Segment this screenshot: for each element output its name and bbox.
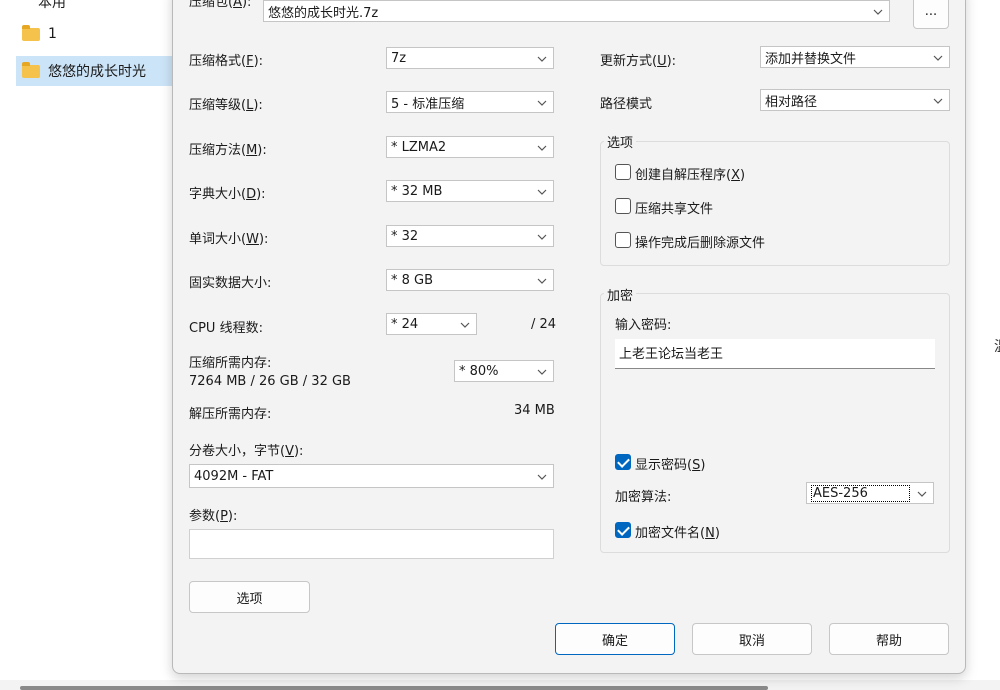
cpu-threads-combo[interactable]: * 24	[386, 313, 477, 335]
cpu-threads-max: / 24	[531, 317, 557, 332]
volume-size-value: 4092M - FAT	[194, 468, 274, 484]
chevron-down-icon	[867, 5, 889, 18]
show-password-label: 显示密码(S)	[635, 458, 706, 473]
chevron-down-icon	[927, 94, 949, 107]
show-password-checkbox[interactable]	[615, 454, 631, 470]
chevron-down-icon	[531, 365, 553, 378]
dict-size-label: 字典大小(D):	[189, 187, 266, 202]
horizontal-scrollbar-thumb[interactable]	[20, 686, 768, 690]
word-size-combo[interactable]: * 32	[386, 225, 554, 247]
chevron-down-icon	[531, 185, 553, 198]
browse-button[interactable]: ...	[913, 0, 949, 29]
word-size-value: * 32	[391, 228, 419, 244]
encryption-group-title: 加密	[604, 285, 637, 304]
dict-size-value: * 32 MB	[391, 183, 443, 199]
params-input[interactable]	[189, 529, 554, 559]
encryption-method-label: 加密算法:	[615, 490, 672, 505]
update-mode-value: 添加并替换文件	[765, 51, 857, 67]
compress-memory-label: 压缩所需内存:	[189, 356, 272, 371]
method-value: * LZMA2	[391, 139, 447, 155]
chevron-down-icon	[927, 51, 949, 64]
decompress-memory-value: 34 MB	[514, 403, 555, 418]
delete-after-checkbox[interactable]	[615, 232, 631, 248]
solid-size-combo[interactable]: * 8 GB	[386, 269, 554, 291]
level-label: 压缩等级(L):	[189, 98, 263, 113]
params-label: 参数(P):	[189, 509, 238, 524]
level-value: 5 - 标准压缩	[391, 96, 465, 112]
sfx-label: 创建自解压程序(X)	[635, 168, 746, 183]
ok-button[interactable]: 确定	[555, 623, 675, 655]
chevron-down-icon	[531, 52, 553, 65]
chevron-down-icon	[531, 96, 553, 109]
cpu-threads-value: * 24	[391, 316, 419, 332]
format-value: 7z	[391, 50, 407, 66]
method-combo[interactable]: * LZMA2	[386, 136, 554, 158]
level-combo[interactable]: 5 - 标准压缩	[386, 91, 554, 113]
path-mode-label: 路径模式	[600, 97, 653, 112]
solid-size-value: * 8 GB	[391, 272, 434, 288]
encryption-method-combo[interactable]: AES-256	[806, 482, 934, 504]
format-label: 压缩格式(F):	[189, 54, 264, 69]
help-button[interactable]: 帮助	[829, 623, 949, 655]
truncated-tree-item[interactable]: 本用	[38, 0, 66, 12]
update-mode-label: 更新方式(U):	[600, 54, 677, 69]
password-label: 输入密码:	[615, 318, 672, 333]
chevron-down-icon	[531, 470, 553, 483]
format-combo[interactable]: 7z	[386, 47, 554, 69]
password-value: 上老王论坛当老王	[619, 347, 724, 362]
solid-size-label: 固实数据大小:	[189, 276, 272, 291]
volume-size-combo[interactable]: 4092M - FAT	[189, 464, 554, 488]
sfx-checkbox[interactable]	[615, 164, 631, 180]
decompress-memory-label: 解压所需内存:	[189, 407, 272, 422]
tree-item-label: 悠悠的成长时光	[48, 64, 146, 80]
tree-item-folder-selected[interactable]: 悠悠的成长时光	[16, 56, 172, 86]
cancel-button[interactable]: 取消	[692, 623, 812, 655]
update-mode-combo[interactable]: 添加并替换文件	[760, 46, 950, 68]
delete-after-label: 操作完成后删除源文件	[635, 236, 766, 251]
encrypt-filenames-checkbox[interactable]	[615, 522, 631, 538]
archive-name-combo[interactable]: 悠悠的成长时光.7z	[263, 0, 890, 22]
explorer-nav-pane: 本用 1 悠悠的成长时光	[0, 0, 172, 690]
archive-label: 压缩包(A):	[189, 0, 252, 10]
folder-icon	[22, 24, 40, 41]
chevron-down-icon	[531, 141, 553, 154]
path-mode-combo[interactable]: 相对路径	[760, 89, 950, 111]
method-label: 压缩方法(M):	[189, 143, 267, 158]
explorer-partial-text: 温	[994, 336, 1000, 356]
memory-percent-combo[interactable]: * 80%	[454, 360, 554, 382]
add-to-archive-dialog: 压缩包(A): 悠悠的成长时光.7z ... 压缩格式(F): 7z 压缩等级(…	[172, 0, 966, 674]
path-mode-value: 相对路径	[765, 94, 818, 110]
encrypt-filenames-label: 加密文件名(N)	[635, 526, 720, 541]
chevron-down-icon	[911, 487, 933, 500]
chevron-down-icon	[531, 230, 553, 243]
tree-item-folder-1[interactable]: 1	[16, 19, 57, 49]
archive-name-value: 悠悠的成长时光.7z	[268, 5, 379, 21]
word-size-label: 单词大小(W):	[189, 232, 269, 247]
memory-percent-value: * 80%	[459, 363, 499, 379]
encryption-method-value: AES-256	[811, 484, 910, 502]
tree-item-label: 1	[48, 26, 57, 42]
volume-size-label: 分卷大小，字节(V):	[189, 444, 304, 459]
folder-icon	[22, 61, 40, 78]
compress-memory-detail: 7264 MB / 26 GB / 32 GB	[189, 374, 351, 389]
compress-shared-checkbox[interactable]	[615, 198, 631, 214]
compress-shared-label: 压缩共享文件	[635, 202, 714, 217]
options-group-title: 选项	[604, 132, 637, 151]
dict-size-combo[interactable]: * 32 MB	[386, 180, 554, 202]
options-button[interactable]: 选项	[189, 581, 310, 613]
chevron-down-icon	[531, 274, 553, 287]
chevron-down-icon	[454, 318, 476, 331]
cpu-threads-label: CPU 线程数:	[189, 321, 263, 336]
password-input[interactable]: 上老王论坛当老王	[615, 339, 935, 369]
